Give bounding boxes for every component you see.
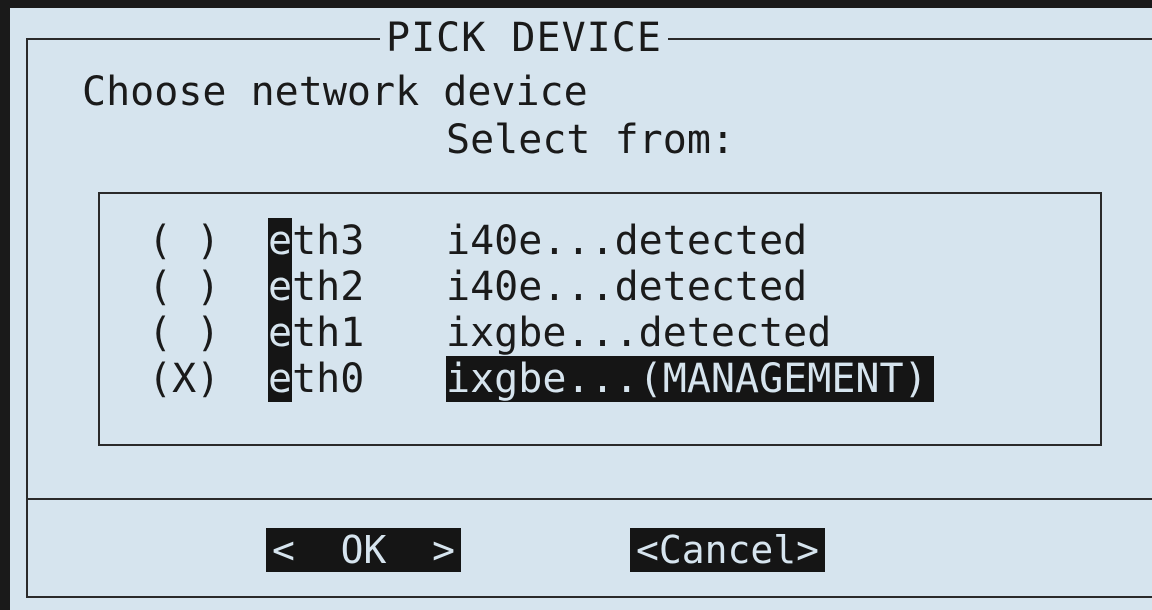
device-row-eth3[interactable]: ( ) eth3 i40e...detected (148, 218, 934, 264)
device-description: ixgbe...detected (446, 310, 832, 356)
device-row-eth0[interactable]: (X) eth0 ixgbe...(MANAGEMENT) (148, 356, 934, 402)
button-separator (28, 498, 1152, 500)
device-description-highlighted: ixgbe...(MANAGEMENT) (446, 356, 934, 402)
radio-button-selected[interactable]: (X) (148, 356, 268, 402)
device-name-rest: th2 (292, 264, 365, 310)
radio-button[interactable]: ( ) (148, 310, 268, 356)
device-name: eth1 (268, 310, 446, 356)
ok-button[interactable]: < OK > (266, 528, 462, 572)
pick-device-dialog: PICK DEVICE Choose network device Select… (26, 18, 1152, 598)
dialog-title: PICK DEVICE (380, 18, 668, 58)
terminal-screen: PICK DEVICE Choose network device Select… (0, 0, 1152, 610)
device-name-rest: th3 (292, 218, 365, 264)
radio-button[interactable]: ( ) (148, 264, 268, 310)
device-description: i40e...detected (446, 264, 808, 310)
device-name: eth3 (268, 218, 446, 264)
dialog-subprompt: Select from: (446, 117, 735, 163)
device-row-eth2[interactable]: ( ) eth2 i40e...detected (148, 264, 934, 310)
device-row-eth1[interactable]: ( ) eth1 ixgbe...detected (148, 310, 934, 356)
device-rows: ( ) eth3 i40e...detected ( ) eth2 i40e..… (148, 218, 934, 402)
device-name: eth0 (268, 356, 446, 402)
device-name: eth2 (268, 264, 446, 310)
radio-button[interactable]: ( ) (148, 218, 268, 264)
hotkey-letter: e (268, 218, 293, 264)
hotkey-letter: e (268, 356, 293, 402)
device-name-rest: th1 (292, 310, 365, 356)
hotkey-letter: e (268, 264, 293, 310)
device-name-rest: th0 (292, 356, 365, 402)
hotkey-letter: e (268, 310, 293, 356)
device-list: ( ) eth3 i40e...detected ( ) eth2 i40e..… (98, 192, 1102, 446)
device-description: i40e...detected (446, 218, 808, 264)
dialog-prompt: Choose network device (82, 69, 588, 115)
cancel-button[interactable]: <Cancel> (630, 528, 826, 572)
